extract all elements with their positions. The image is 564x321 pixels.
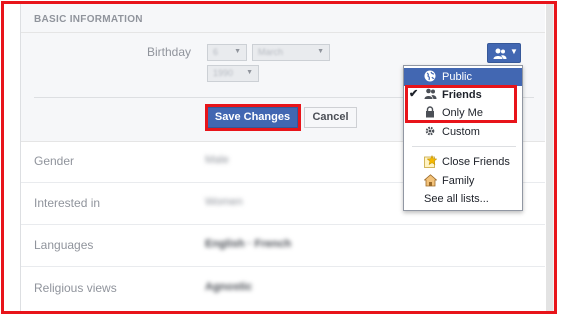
menu-item-label: Only Me: [442, 107, 483, 119]
menu-item-see-all-lists[interactable]: See all lists...: [404, 190, 522, 208]
gear-icon: [424, 125, 436, 137]
religious-views-value: Agnostic: [205, 281, 253, 293]
save-changes-button[interactable]: Save Changes: [207, 107, 298, 128]
house-icon: [423, 174, 438, 187]
menu-item-label: Close Friends: [442, 156, 510, 168]
languages-value: English · French: [205, 238, 292, 250]
section-title: BASIC INFORMATION: [34, 14, 143, 25]
menu-item-close-friends[interactable]: Close Friends: [404, 153, 522, 171]
scrollbar-thumb[interactable]: [546, 4, 553, 312]
birthday-day-select[interactable]: 6 ▼: [207, 44, 247, 61]
birthday-day-value: 6: [213, 47, 219, 57]
friends-icon: [493, 47, 507, 65]
menu-item-label: Friends: [442, 89, 482, 101]
menu-item-family[interactable]: Family: [404, 172, 522, 190]
menu-divider: [412, 146, 516, 147]
gender-value: Male: [205, 154, 229, 166]
menu-item-label: Public: [442, 71, 472, 83]
globe-icon: [424, 70, 436, 82]
privacy-selector-button[interactable]: ▼: [487, 43, 521, 63]
birthday-month-value: March: [258, 47, 284, 57]
cancel-button[interactable]: Cancel: [304, 107, 357, 128]
interested-in-value: Women: [205, 196, 243, 208]
menu-item-label: Family: [442, 175, 475, 187]
menu-item-label: Custom: [442, 126, 480, 138]
chevron-down-icon: ▼: [246, 69, 253, 76]
birthday-year-value: 1990: [213, 68, 234, 78]
menu-item-custom[interactable]: Custom: [404, 123, 522, 141]
menu-item-label: See all lists...: [424, 193, 489, 205]
birthday-year-select[interactable]: 1990 ▼: [207, 65, 259, 82]
birthday-month-select[interactable]: March ▼: [252, 44, 330, 61]
star-icon: [424, 154, 438, 168]
languages-label: Languages: [34, 238, 94, 252]
menu-item-public[interactable]: Public: [404, 68, 522, 86]
menu-item-friends[interactable]: ✔ Friends: [404, 86, 522, 104]
privacy-dropdown-menu: Public ✔ Friends Only Me Custom Close Fr…: [403, 65, 523, 211]
menu-item-only-me[interactable]: Only Me: [404, 104, 522, 122]
row-divider: [21, 266, 545, 267]
chevron-down-icon: ▼: [510, 47, 518, 56]
checkmark-icon: ✔: [409, 88, 419, 100]
chevron-down-icon: ▼: [234, 48, 241, 55]
friends-icon: [424, 88, 437, 100]
lock-icon: [424, 106, 436, 118]
row-divider: [21, 224, 545, 225]
interested-in-label: Interested in: [34, 196, 101, 210]
religious-views-label: Religious views: [34, 281, 117, 295]
chevron-down-icon: ▼: [317, 48, 324, 55]
birthday-label: Birthday: [147, 45, 192, 59]
gender-label: Gender: [34, 154, 75, 168]
